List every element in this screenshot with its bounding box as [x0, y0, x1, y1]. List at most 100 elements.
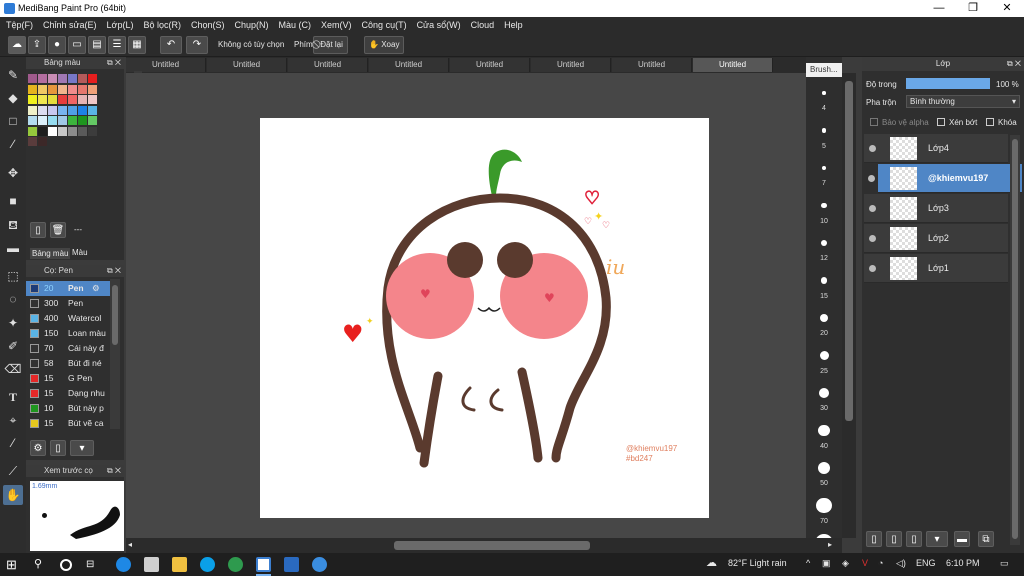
- color-swatch[interactable]: [78, 105, 87, 115]
- color-swatch[interactable]: [88, 105, 97, 115]
- menu-help[interactable]: Help: [498, 17, 527, 33]
- menu-filter[interactable]: Bộ lọc(R): [137, 17, 185, 33]
- size-option[interactable]: 40: [809, 417, 839, 453]
- new-1bit-layer-icon[interactable]: ▯: [906, 531, 922, 547]
- rotate-button[interactable]: ✋ Xoay: [364, 36, 405, 54]
- tray-chevron-icon[interactable]: ^: [806, 558, 810, 568]
- menu-layer[interactable]: Lớp(L): [101, 17, 138, 33]
- color-swatch[interactable]: [48, 116, 57, 125]
- color-swatch[interactable]: [88, 116, 97, 125]
- brush-copy-icon[interactable]: ▯: [50, 440, 66, 456]
- visibility-icon[interactable]: [869, 205, 876, 212]
- layer-panel-controls-icon[interactable]: ⧉ ✕: [1007, 57, 1021, 71]
- undo-icon[interactable]: ↶: [160, 36, 182, 54]
- tray-game-icon[interactable]: ◈: [842, 558, 849, 569]
- color-swatch[interactable]: [38, 84, 47, 94]
- panel-float-close-icon[interactable]: ⧉ ✕: [107, 57, 121, 69]
- layer-row[interactable]: Lớp2: [864, 224, 1008, 253]
- divide-tool-icon[interactable]: ⟋: [3, 461, 23, 481]
- volume-icon[interactable]: ◁): [896, 558, 906, 569]
- preview-panel-controls-icon[interactable]: ⧉ ✕: [107, 465, 121, 477]
- chat-icon[interactable]: ▭: [68, 36, 86, 54]
- color-swatch[interactable]: [88, 74, 97, 83]
- size-option[interactable]: 12: [809, 229, 839, 265]
- file-explorer-icon[interactable]: [172, 557, 187, 572]
- reset-button[interactable]: ⃠ Đặt lại: [313, 36, 348, 54]
- menu-select[interactable]: Chọn(S): [185, 17, 229, 33]
- color-swatch[interactable]: [38, 137, 47, 146]
- color-swatch[interactable]: [38, 116, 47, 125]
- gradient-tool-icon[interactable]: ▬: [3, 238, 23, 258]
- color-swatch[interactable]: [78, 84, 87, 94]
- color-swatch[interactable]: [78, 126, 87, 136]
- color-swatch[interactable]: [28, 84, 37, 94]
- size-option[interactable]: 20: [809, 304, 839, 340]
- folder-icon[interactable]: ▬: [954, 531, 970, 547]
- chrome-icon[interactable]: [228, 557, 243, 572]
- color-swatch[interactable]: [48, 105, 57, 115]
- menu-file[interactable]: Tệp(F): [0, 17, 37, 33]
- color-swatch[interactable]: [78, 74, 87, 83]
- language-indicator[interactable]: ENG: [916, 558, 936, 568]
- tab-untitled-1[interactable]: Untitled: [126, 58, 206, 72]
- magic-wand-icon[interactable]: ✦: [3, 313, 23, 333]
- menu-tools[interactable]: Công cụ(T): [356, 17, 411, 33]
- weather-icon[interactable]: ☁: [706, 556, 717, 569]
- duplicate-layer-icon[interactable]: ⧉: [978, 531, 994, 547]
- color-swatch[interactable]: [28, 105, 37, 115]
- cloud-icon[interactable]: ☁: [8, 36, 26, 54]
- color-swatch[interactable]: [58, 105, 67, 115]
- select-pen-icon[interactable]: ✐: [3, 336, 23, 356]
- brush-tool-icon[interactable]: ✎: [3, 65, 23, 85]
- visibility-icon[interactable]: [869, 145, 876, 152]
- minimize-button[interactable]: —: [922, 0, 956, 17]
- layer-row[interactable]: @khiemvu197: [868, 164, 1022, 193]
- eyedropper-tool-icon[interactable]: ⁄: [3, 433, 23, 453]
- redo-icon[interactable]: ↷: [186, 36, 208, 54]
- brush-scroll-thumb[interactable]: [112, 285, 118, 345]
- move-tool-icon[interactable]: ✥: [3, 163, 23, 183]
- lock-checkbox[interactable]: [986, 118, 994, 126]
- color-swatch[interactable]: [68, 116, 77, 125]
- new-page-icon[interactable]: ▯: [30, 222, 46, 238]
- brush-item[interactable]: 400 Watercol: [26, 311, 120, 326]
- menu-view[interactable]: Xem(V): [315, 17, 356, 33]
- layer-scroll-thumb[interactable]: [1012, 139, 1018, 539]
- menu-color[interactable]: Màu (C): [273, 17, 316, 33]
- color-swatch[interactable]: [78, 116, 87, 125]
- menu-cloud[interactable]: Cloud: [465, 17, 499, 33]
- color-swatch[interactable]: [78, 95, 87, 104]
- size-option[interactable]: 50: [809, 454, 839, 490]
- brush-item[interactable]: 15 Bút vẽ ca: [26, 416, 120, 431]
- color-swatch[interactable]: [68, 84, 77, 94]
- size-option[interactable]: 70: [809, 492, 839, 528]
- canvas-hscroll-thumb[interactable]: [394, 541, 590, 550]
- brush-menu-icon[interactable]: ▾: [70, 440, 94, 456]
- layer-row[interactable]: Lớp3: [864, 194, 1008, 223]
- comment-icon[interactable]: ●: [48, 36, 66, 54]
- color-swatch[interactable]: [58, 126, 67, 136]
- color-swatch[interactable]: [38, 126, 47, 136]
- opacity-slider[interactable]: [906, 78, 990, 89]
- clock[interactable]: 6:10 PM: [946, 558, 980, 568]
- layer-menu-icon[interactable]: ▾: [926, 531, 948, 547]
- color-swatch[interactable]: [38, 95, 47, 104]
- size-option[interactable]: 25: [809, 342, 839, 378]
- brush-item[interactable]: 150 Loan màu: [26, 326, 120, 341]
- select-rect-icon[interactable]: ⬚: [3, 266, 23, 286]
- delete-page-icon[interactable]: 🗑: [50, 222, 66, 238]
- canvas-vscroll[interactable]: [842, 73, 856, 538]
- scroll-left-icon[interactable]: ◂: [128, 540, 132, 549]
- medibang-icon[interactable]: [256, 557, 271, 572]
- brush-scrollbar[interactable]: [110, 279, 120, 429]
- brush-item[interactable]: 300 Pen: [26, 296, 120, 311]
- tab-untitled-3[interactable]: Untitled: [288, 58, 368, 72]
- clip-checkbox[interactable]: [937, 118, 945, 126]
- brush-item[interactable]: 70 Cái này đ: [26, 341, 120, 356]
- color-swatch[interactable]: [48, 84, 57, 94]
- size-option[interactable]: 30: [809, 379, 839, 415]
- visibility-icon[interactable]: [869, 235, 876, 242]
- network-icon[interactable]: ◔: [878, 558, 883, 568]
- color-swatch[interactable]: [58, 74, 67, 83]
- color-swatch[interactable]: [88, 84, 97, 94]
